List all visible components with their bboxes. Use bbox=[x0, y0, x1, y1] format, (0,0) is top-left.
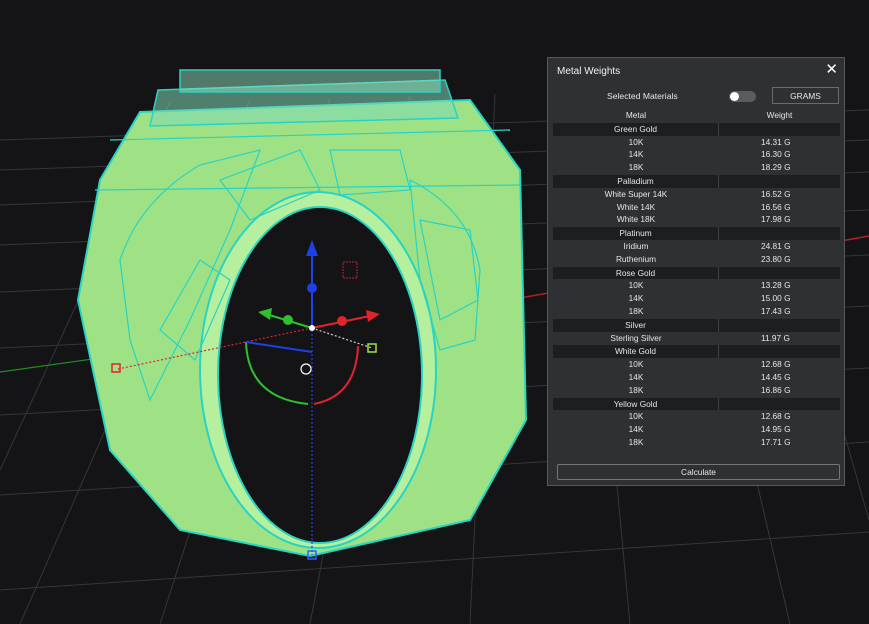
selected-materials-toggle[interactable] bbox=[729, 91, 756, 102]
table-row: 14K 15.00 G bbox=[553, 292, 840, 305]
table-row: Iridium 24.81 G bbox=[553, 240, 840, 253]
table-row: White Super 14K 16.52 G bbox=[553, 188, 840, 201]
weight-column-header: Weight bbox=[766, 110, 793, 120]
metal-name-cell: 14K bbox=[628, 149, 644, 160]
metal-weight-cell: 15.00 G bbox=[761, 293, 791, 304]
metal-name-cell: 14K bbox=[628, 424, 644, 435]
metal-name-cell: Iridium bbox=[623, 240, 649, 251]
metal-weight-cell: 17.98 G bbox=[761, 214, 791, 225]
table-row: 10K 13.28 G bbox=[553, 279, 840, 292]
metal-weights-panel: Metal Weights ✕ Selected Materials GRAMS… bbox=[547, 57, 845, 486]
metal-group-name: White Gold bbox=[553, 345, 719, 359]
metal-column-header: Metal bbox=[625, 110, 647, 120]
metal-name-cell: White Super 14K bbox=[604, 188, 668, 199]
metal-name-cell: 10K bbox=[628, 136, 644, 147]
table-row: 10K 12.68 G bbox=[553, 358, 840, 371]
metal-group-name: Platinum bbox=[553, 227, 719, 240]
table-row: 18K 17.43 G bbox=[553, 305, 840, 318]
metal-group-name: Yellow Gold bbox=[553, 397, 719, 411]
metal-group-spacer bbox=[719, 267, 840, 280]
table-row: 14K 14.45 G bbox=[553, 371, 840, 384]
metal-weight-cell: 17.71 G bbox=[761, 436, 791, 447]
table-row: 14K 14.95 G bbox=[553, 423, 840, 436]
metal-group-spacer bbox=[719, 227, 840, 240]
weights-table: Metal Weight Green Gold 10K 14.31 G 14K 16.3… bbox=[553, 109, 840, 449]
metal-group-name: Silver bbox=[553, 318, 719, 332]
metal-weight-cell: 16.86 G bbox=[761, 384, 791, 395]
metal-group-header: Rose Gold bbox=[553, 266, 840, 280]
toggle-knob bbox=[730, 92, 739, 101]
metal-name-cell: 18K bbox=[628, 305, 644, 316]
metal-weight-cell: 12.68 G bbox=[761, 411, 791, 422]
table-row: White 14K 16.56 G bbox=[553, 201, 840, 214]
table-row: 10K 12.68 G bbox=[553, 410, 840, 423]
metal-group-name: Rose Gold bbox=[553, 266, 719, 280]
metal-weight-cell: 17.43 G bbox=[761, 305, 791, 316]
metal-weight-cell: 18.29 G bbox=[761, 162, 791, 173]
selected-materials-label: Selected Materials bbox=[607, 91, 678, 101]
metal-name-cell: 10K bbox=[628, 359, 644, 370]
metal-group-header: Green Gold bbox=[553, 122, 840, 136]
metal-name-cell: 18K bbox=[628, 384, 644, 395]
panel-header: Metal Weights ✕ bbox=[548, 58, 844, 85]
metal-name-cell: 18K bbox=[628, 436, 644, 447]
metal-group-spacer bbox=[719, 175, 840, 188]
metal-name-cell: 10K bbox=[628, 280, 644, 291]
metal-weight-cell: 13.28 G bbox=[761, 280, 791, 291]
table-row: Ruthenium 23.80 G bbox=[553, 253, 840, 266]
metal-weight-cell: 14.31 G bbox=[761, 136, 791, 147]
metal-weight-cell: 16.56 G bbox=[761, 201, 791, 212]
metal-group-name: Palladium bbox=[553, 174, 719, 188]
metal-weight-cell: 12.68 G bbox=[761, 359, 791, 370]
calculate-button[interactable]: Calculate bbox=[557, 464, 840, 480]
metal-group-name: Green Gold bbox=[553, 122, 719, 136]
metal-group-spacer bbox=[719, 345, 840, 358]
metal-name-cell: White 14K bbox=[616, 201, 656, 212]
table-row: 18K 17.71 G bbox=[553, 436, 840, 449]
close-icon[interactable]: ✕ bbox=[825, 62, 838, 77]
metal-name-cell: 10K bbox=[628, 411, 644, 422]
table-row: White 18K 17.98 G bbox=[553, 213, 840, 226]
metal-name-cell: Sterling Silver bbox=[610, 332, 662, 343]
metal-weight-cell: 11.97 G bbox=[761, 332, 790, 343]
panel-title: Metal Weights bbox=[557, 66, 621, 77]
table-row: 18K 18.29 G bbox=[553, 161, 840, 174]
units-button[interactable]: GRAMS bbox=[772, 87, 839, 104]
metal-weight-cell: 16.52 G bbox=[761, 188, 791, 199]
metal-group-spacer bbox=[719, 319, 840, 332]
table-header: Metal Weight bbox=[553, 109, 840, 122]
ring-model[interactable] bbox=[76, 69, 528, 558]
metal-name-cell: 18K bbox=[628, 162, 644, 173]
metal-weight-cell: 24.81 G bbox=[761, 240, 791, 251]
table-row: Sterling Silver 11.97 G bbox=[553, 332, 840, 345]
metal-name-cell: 14K bbox=[628, 293, 644, 304]
metal-weight-cell: 16.30 G bbox=[761, 149, 791, 160]
metal-name-cell: White 18K bbox=[616, 214, 656, 225]
options-row: Selected Materials GRAMS bbox=[548, 85, 844, 107]
metal-group-header: Palladium bbox=[553, 174, 840, 188]
metal-group-header: Silver bbox=[553, 318, 840, 332]
metal-weight-cell: 23.80 G bbox=[761, 253, 791, 264]
metal-name-cell: Ruthenium bbox=[615, 253, 657, 264]
table-row: 10K 14.31 G bbox=[553, 136, 840, 149]
metal-group-spacer bbox=[719, 398, 840, 411]
metal-weight-cell: 14.95 G bbox=[761, 424, 791, 435]
table-row: 14K 16.30 G bbox=[553, 148, 840, 161]
metal-name-cell: 14K bbox=[628, 371, 644, 382]
table-row: 18K 16.86 G bbox=[553, 384, 840, 397]
metal-group-header: Yellow Gold bbox=[553, 397, 840, 411]
metal-weight-cell: 14.45 G bbox=[761, 371, 791, 382]
metal-group-spacer bbox=[719, 123, 840, 136]
metal-group-header: Platinum bbox=[553, 227, 840, 240]
metal-group-header: White Gold bbox=[553, 345, 840, 359]
